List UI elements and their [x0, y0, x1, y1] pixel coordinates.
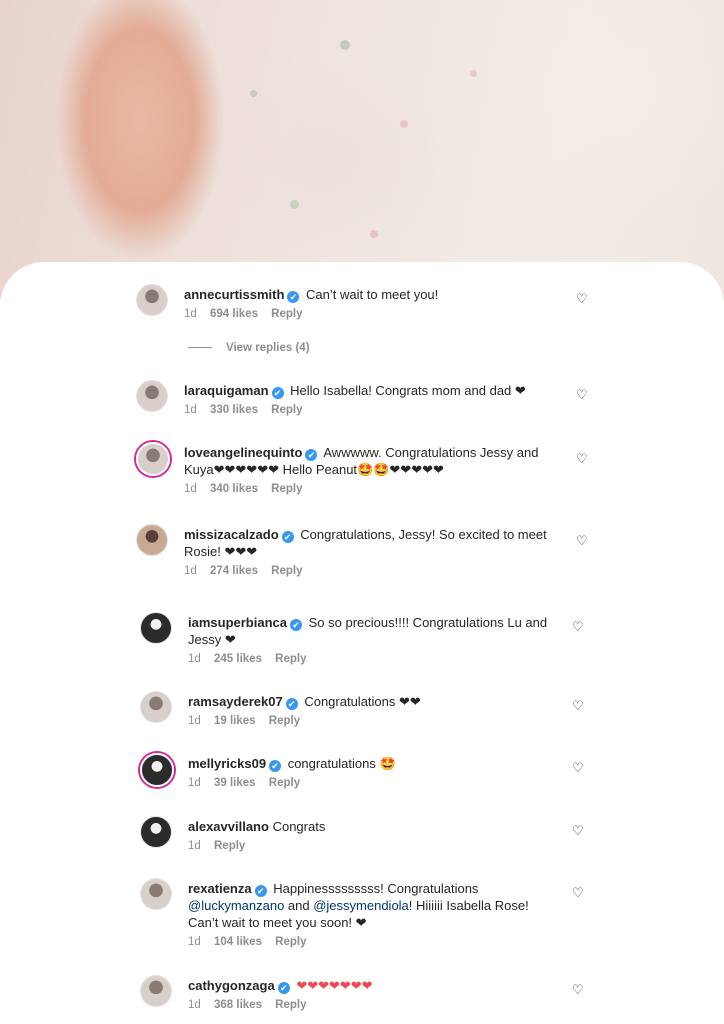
- comment-text-mid: and: [284, 898, 314, 913]
- comment-username[interactable]: missizacalzado: [184, 527, 279, 542]
- reply-button[interactable]: Reply: [271, 308, 302, 320]
- heart-like-icon[interactable]: ♡: [572, 761, 586, 775]
- comment-time: 1d: [188, 653, 201, 665]
- comment-username[interactable]: laraquigaman: [184, 383, 269, 398]
- comment-time: 1d: [184, 404, 197, 416]
- avatar[interactable]: [136, 380, 168, 412]
- reply-button[interactable]: Reply: [271, 404, 302, 416]
- heart-like-icon[interactable]: ♡: [572, 824, 586, 838]
- verified-badge-icon: ✔: [277, 982, 290, 994]
- floral-print: [470, 70, 477, 77]
- comment-username[interactable]: alexavvillano: [188, 819, 269, 834]
- verified-badge-icon: ✔: [305, 449, 318, 461]
- heart-like-icon[interactable]: ♡: [572, 620, 586, 634]
- divider-line: [188, 347, 212, 349]
- avatar[interactable]: [136, 284, 168, 316]
- view-replies-button[interactable]: View replies (4): [188, 342, 310, 354]
- comment-likes[interactable]: 19 likes: [214, 715, 256, 727]
- comment-likes[interactable]: 694 likes: [210, 308, 258, 320]
- heart-like-icon[interactable]: ♡: [576, 292, 590, 306]
- heart-like-icon[interactable]: ♡: [576, 452, 590, 466]
- post-photo: [0, 0, 724, 300]
- avatar[interactable]: [140, 691, 172, 723]
- comment-username[interactable]: mellyricks09: [188, 756, 266, 771]
- comment-likes[interactable]: 274 likes: [210, 565, 258, 577]
- avatar[interactable]: [140, 975, 172, 1007]
- avatar-story-ring[interactable]: [140, 753, 174, 787]
- comment-username[interactable]: loveangelinequinto: [184, 445, 302, 460]
- heart-like-icon[interactable]: ♡: [572, 983, 586, 997]
- comment-username[interactable]: rexatienza: [188, 881, 252, 896]
- avatar[interactable]: [140, 878, 172, 910]
- comment-time: 1d: [188, 936, 201, 948]
- heart-like-icon[interactable]: ♡: [572, 886, 586, 900]
- avatar[interactable]: [136, 524, 168, 556]
- heart-like-icon[interactable]: ♡: [572, 699, 586, 713]
- view-replies-label: View replies (4): [226, 342, 310, 354]
- comment-text: Congrats: [272, 819, 326, 834]
- avatar[interactable]: [140, 612, 172, 644]
- comment-likes[interactable]: 245 likes: [214, 653, 262, 665]
- reply-button[interactable]: Reply: [269, 715, 300, 727]
- reply-button[interactable]: Reply: [271, 565, 302, 577]
- verified-badge-icon: ✔: [290, 619, 302, 631]
- reply-button[interactable]: Reply: [271, 483, 302, 495]
- comment-username[interactable]: iamsuperbianca: [188, 615, 287, 630]
- verified-badge-icon: ✔: [269, 760, 282, 772]
- heart-like-icon[interactable]: ♡: [576, 388, 590, 402]
- comment-username[interactable]: ramsayderek07: [188, 694, 283, 709]
- comment-time: 1d: [184, 308, 197, 320]
- comment-likes[interactable]: 330 likes: [210, 404, 258, 416]
- comment-likes[interactable]: 368 likes: [214, 999, 262, 1011]
- mention-link[interactable]: @luckymanzano: [188, 898, 284, 913]
- comment-text: Congratulations ❤❤: [304, 694, 421, 709]
- comment-likes[interactable]: 340 likes: [210, 483, 258, 495]
- verified-badge-icon: ✔: [285, 698, 298, 710]
- comment-time: 1d: [184, 565, 197, 577]
- reply-button[interactable]: Reply: [214, 840, 245, 852]
- comment-text-pre: Happinesssssssss! Congratulations: [273, 881, 479, 896]
- comment-likes[interactable]: 39 likes: [214, 777, 256, 789]
- comment-likes[interactable]: 104 likes: [214, 936, 262, 948]
- comment-username[interactable]: annecurtissmith: [184, 287, 284, 302]
- mention-link[interactable]: @jessymendiola: [313, 898, 409, 913]
- reply-button[interactable]: Reply: [269, 777, 300, 789]
- comment-time: 1d: [188, 999, 201, 1011]
- floral-print: [290, 200, 299, 209]
- heart-like-icon[interactable]: ♡: [576, 534, 590, 548]
- floral-print: [400, 120, 408, 128]
- reply-button[interactable]: Reply: [275, 999, 306, 1011]
- floral-print: [250, 90, 257, 97]
- floral-print: [340, 40, 350, 50]
- comment-time: 1d: [184, 483, 197, 495]
- verified-badge-icon: ✔: [254, 885, 267, 897]
- comment-username[interactable]: cathygonzaga: [188, 978, 275, 993]
- reply-button[interactable]: Reply: [275, 653, 306, 665]
- verified-badge-icon: ✔: [287, 291, 300, 303]
- avatar[interactable]: [140, 816, 172, 848]
- reply-button[interactable]: Reply: [275, 936, 306, 948]
- avatar-story-ring[interactable]: [136, 442, 170, 476]
- comment-text: congratulations 🤩: [287, 756, 396, 771]
- verified-badge-icon: ✔: [281, 531, 294, 543]
- comment-text: Hello Isabella! Congrats mom and dad ❤: [290, 383, 526, 398]
- comment-time: 1d: [188, 777, 201, 789]
- floral-print: [370, 230, 378, 238]
- comment-time: 1d: [188, 715, 201, 727]
- comment-text: ❤❤❤❤❤❤❤: [296, 978, 373, 993]
- verified-badge-icon: ✔: [271, 387, 284, 399]
- comment-text: Can’t wait to meet you!: [306, 287, 439, 302]
- comment-time: 1d: [188, 840, 201, 852]
